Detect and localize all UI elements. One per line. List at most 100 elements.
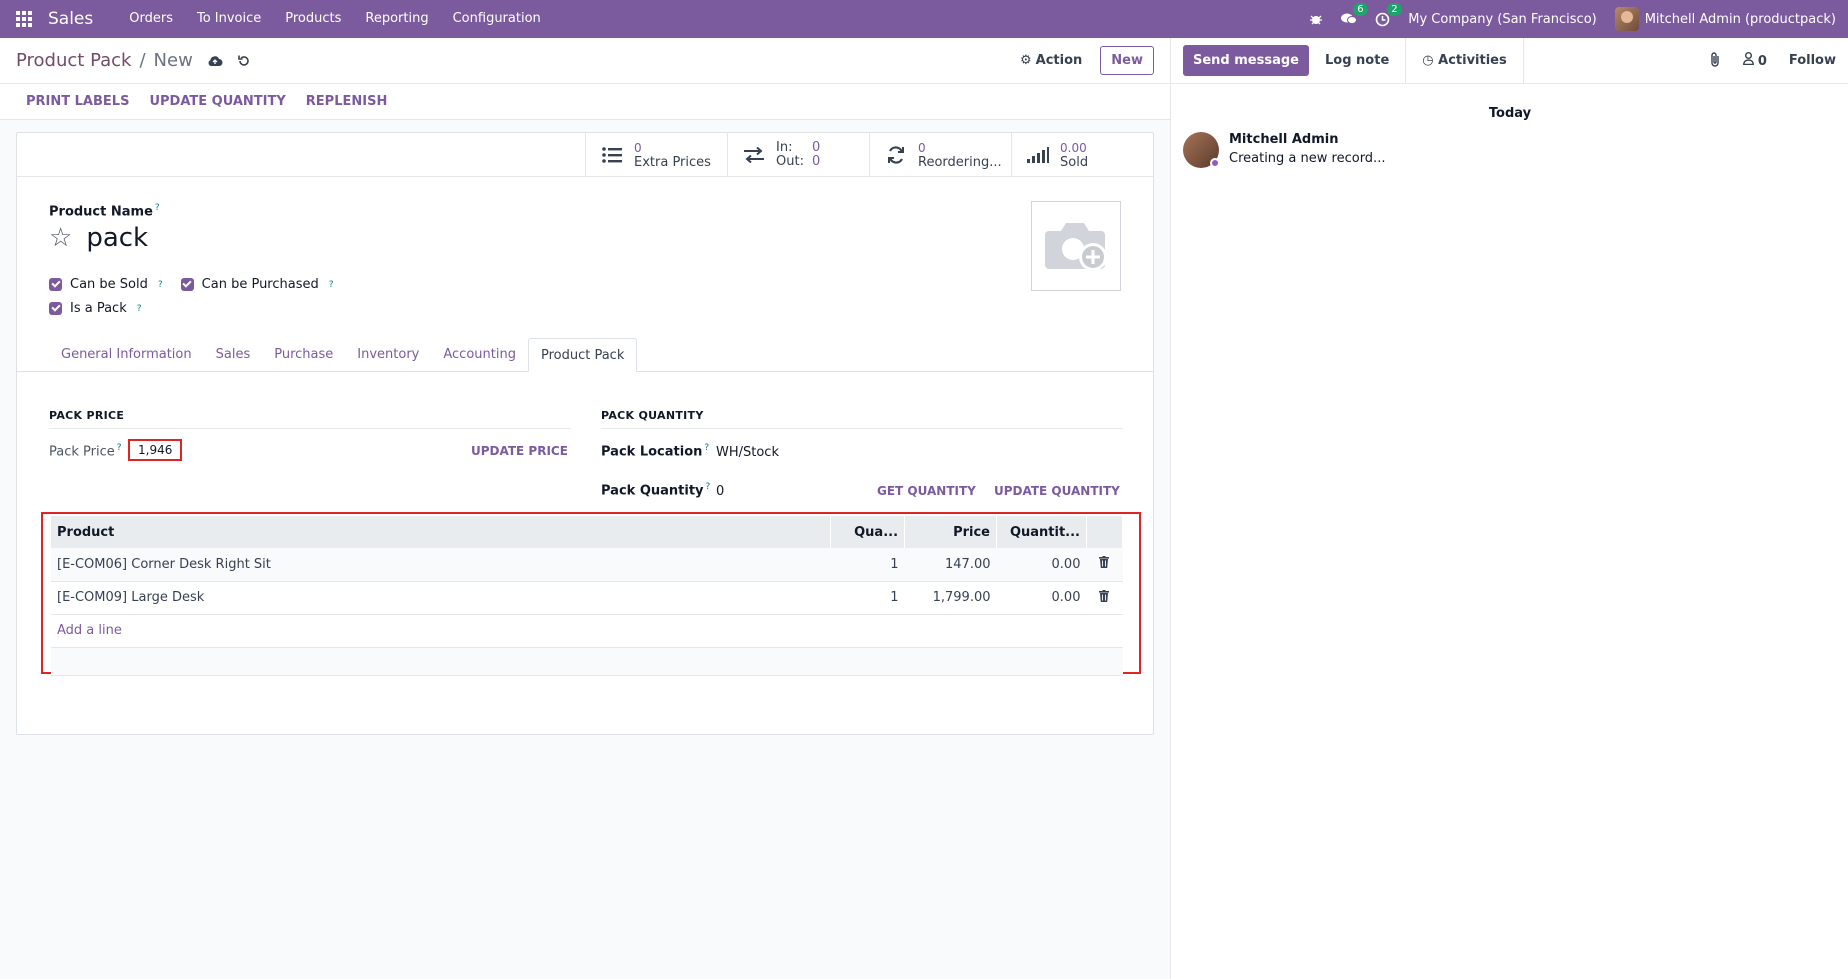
pack-lines-table: Product Qua... Price Quantit... [E-COM06…: [51, 516, 1124, 676]
form-sheet: 0 Extra Prices In: 0 Out: 0 0 Reordering…: [16, 132, 1154, 735]
sold-value: 0.00: [1060, 140, 1087, 155]
row-quantity[interactable]: 0.00: [996, 548, 1087, 582]
help-tooltip-icon[interactable]: ?: [158, 280, 163, 290]
chatter-message: Mitchell Admin Creating a new record...: [1183, 132, 1385, 168]
user-name: Mitchell Admin (productpack): [1644, 11, 1836, 27]
can-be-sold-checkbox[interactable]: Can be Sold?: [49, 277, 163, 292]
followers-button[interactable]: 0: [1742, 52, 1767, 69]
company-switcher[interactable]: My Company (San Francisco): [1408, 12, 1596, 27]
row-price[interactable]: 147.00: [904, 548, 997, 582]
sold-button[interactable]: 0.00 Sold: [1011, 133, 1153, 177]
table-row[interactable]: [E-COM06] Corner Desk Right Sit 1 147.00…: [51, 548, 1123, 582]
activities-button[interactable]: ◷ Activities: [1406, 37, 1524, 84]
checkbox-checked-icon: [180, 278, 194, 291]
avatar[interactable]: [1183, 132, 1220, 168]
delete-trash-icon[interactable]: [1086, 548, 1123, 582]
followers-count: 0: [1757, 54, 1767, 69]
new-button[interactable]: New: [1100, 46, 1154, 75]
pack-quantity-label: Pack Quantity: [601, 483, 704, 499]
row-product[interactable]: [E-COM06] Corner Desk Right Sit: [51, 548, 831, 582]
empty-row: [51, 647, 1123, 676]
breadcrumb-product-pack[interactable]: Product Pack: [16, 50, 131, 71]
product-flags: Can be Sold? Can be Purchased? Is a Pack…: [49, 277, 334, 325]
smart-buttons: 0 Extra Prices In: 0 Out: 0 0 Reordering…: [17, 133, 1153, 177]
tab-inventory[interactable]: Inventory: [345, 338, 431, 371]
tab-product-pack[interactable]: Product Pack: [527, 338, 638, 372]
exchange-arrows-icon: [742, 147, 766, 163]
help-tooltip-icon[interactable]: ?: [706, 482, 711, 492]
is-a-pack-checkbox[interactable]: Is a Pack?: [49, 301, 142, 316]
tab-accounting[interactable]: Accounting: [431, 338, 528, 371]
row-quantity[interactable]: 0.00: [996, 581, 1087, 615]
col-price[interactable]: Price: [904, 516, 997, 548]
user-menu[interactable]: Mitchell Admin (productpack): [1614, 7, 1836, 31]
delete-trash-icon[interactable]: [1086, 581, 1123, 615]
in-value: 0: [812, 140, 821, 155]
row-qty[interactable]: 1: [830, 581, 905, 615]
update-quantity-button[interactable]: UPDATE QUANTITY: [139, 94, 295, 109]
menu-products[interactable]: Products: [273, 0, 353, 38]
pack-price-label: Pack Price: [49, 444, 115, 460]
debug-icon[interactable]: [1309, 12, 1323, 26]
follow-button[interactable]: Follow: [1789, 53, 1836, 68]
checkbox-checked-icon: [49, 302, 62, 315]
can-be-purchased-checkbox[interactable]: Can be Purchased?: [180, 277, 334, 292]
update-quantity-pack-button[interactable]: UPDATE QUANTITY: [994, 484, 1120, 498]
log-note-button[interactable]: Log note: [1309, 37, 1407, 84]
pack-quantity-group-title: PACK QUANTITY: [601, 409, 1123, 429]
product-name-label-wrap: Product Name?: [49, 203, 160, 219]
action-menu-button[interactable]: ⚙ Action: [1020, 53, 1082, 68]
tab-sales[interactable]: Sales: [204, 338, 263, 371]
can-be-purchased-label: Can be Purchased: [201, 277, 319, 292]
save-cloud-icon[interactable]: [207, 55, 223, 67]
paperclip-icon[interactable]: [1709, 51, 1721, 71]
tab-purchase[interactable]: Purchase: [262, 338, 345, 371]
pack-price-field[interactable]: 1,946: [128, 439, 183, 461]
send-message-button[interactable]: Send message: [1183, 45, 1309, 76]
is-a-pack-label: Is a Pack: [70, 301, 127, 316]
row-product[interactable]: [E-COM09] Large Desk: [51, 581, 831, 615]
menu-reporting[interactable]: Reporting: [353, 0, 440, 38]
reordering-button[interactable]: 0 Reordering...: [869, 133, 1011, 177]
top-navbar: Sales Orders To Invoice Products Reporti…: [0, 0, 1848, 38]
row-price[interactable]: 1,799.00: [904, 581, 997, 615]
pack-location-field[interactable]: WH/Stock: [716, 445, 779, 460]
clock-icon: ◷: [1422, 52, 1434, 68]
online-status-dot: [1210, 158, 1220, 168]
help-tooltip-icon[interactable]: ?: [137, 304, 142, 314]
pack-quantity-field[interactable]: 0: [716, 484, 724, 499]
menu-configuration[interactable]: Configuration: [441, 0, 553, 38]
extra-prices-button[interactable]: 0 Extra Prices: [585, 133, 727, 177]
print-labels-button[interactable]: PRINT LABELS: [16, 94, 139, 109]
help-tooltip-icon[interactable]: ?: [117, 443, 122, 453]
table-row[interactable]: [E-COM09] Large Desk 1 1,799.00 0.00: [51, 581, 1123, 615]
row-qty[interactable]: 1: [830, 548, 905, 582]
col-quantity[interactable]: Quantit...: [996, 516, 1087, 548]
activities-clock-icon[interactable]: 2: [1375, 2, 1402, 27]
favorite-star-icon[interactable]: ☆: [49, 225, 72, 251]
col-qty[interactable]: Qua...: [830, 516, 906, 548]
in-out-button[interactable]: In: 0 Out: 0: [727, 133, 869, 177]
menu-to-invoice[interactable]: To Invoice: [185, 0, 273, 38]
add-a-line-link[interactable]: Add a line: [57, 623, 122, 638]
update-price-button[interactable]: UPDATE PRICE: [471, 444, 568, 458]
discard-undo-icon[interactable]: [237, 54, 251, 68]
user-avatar: [1614, 7, 1639, 31]
get-quantity-button[interactable]: GET QUANTITY: [877, 484, 976, 498]
help-tooltip-icon[interactable]: ?: [155, 203, 160, 213]
col-product[interactable]: Product: [51, 516, 832, 548]
help-tooltip-icon[interactable]: ?: [704, 443, 709, 453]
activities-label: Activities: [1438, 52, 1507, 68]
pack-price-group-title: PACK PRICE: [49, 409, 571, 429]
menu-orders[interactable]: Orders: [117, 0, 185, 38]
product-name-input[interactable]: pack: [86, 223, 148, 253]
replenish-button[interactable]: REPLENISH: [296, 94, 398, 109]
app-name[interactable]: Sales: [48, 9, 93, 29]
apps-menu-icon[interactable]: [0, 0, 48, 38]
product-image-upload[interactable]: [1031, 201, 1121, 291]
tab-general-information[interactable]: General Information: [49, 338, 204, 371]
checkbox-checked-icon: [49, 278, 62, 291]
help-tooltip-icon[interactable]: ?: [329, 280, 334, 290]
message-author[interactable]: Mitchell Admin: [1229, 132, 1385, 147]
messages-icon[interactable]: 6: [1341, 3, 1368, 26]
